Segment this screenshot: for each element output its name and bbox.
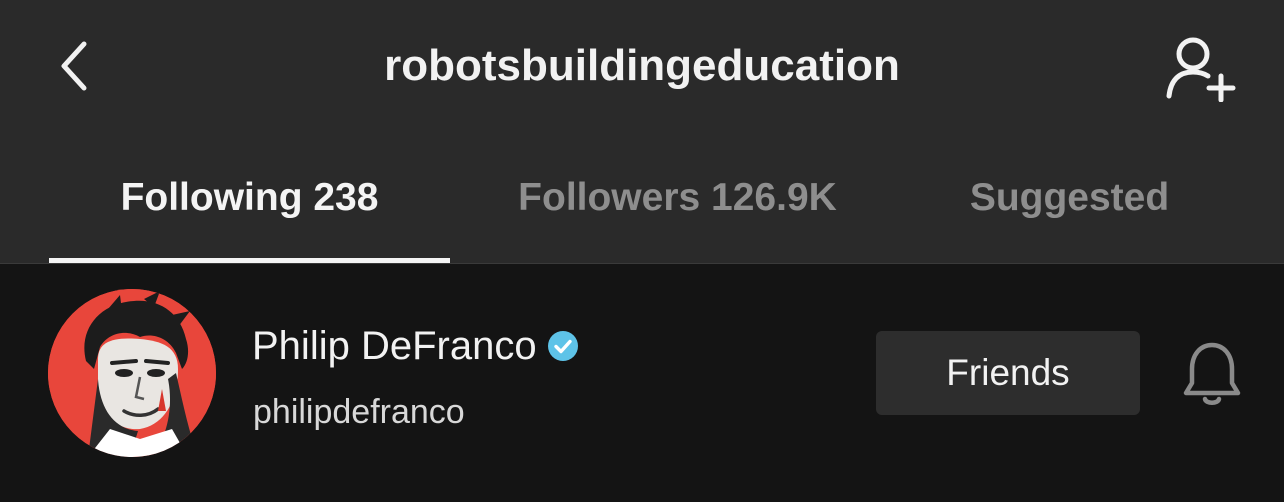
back-button[interactable] xyxy=(44,30,104,102)
bell-icon xyxy=(1183,342,1241,405)
tab-followers[interactable]: Followers 126.9K xyxy=(477,160,878,264)
friends-button[interactable]: Friends xyxy=(876,331,1140,415)
tab-following-label: Following 238 xyxy=(120,176,379,219)
username: philipdefranco xyxy=(253,393,465,431)
tab-following[interactable]: Following 238 xyxy=(49,160,450,264)
tab-suggested[interactable]: Suggested xyxy=(869,160,1270,264)
add-user-button[interactable] xyxy=(1156,28,1246,108)
list-item[interactable]: Philip DeFranco philipdefranco Friends xyxy=(0,264,1284,502)
tab-suggested-label: Suggested xyxy=(969,176,1170,219)
chevron-left-icon xyxy=(61,41,87,91)
avatar[interactable] xyxy=(48,289,216,457)
profile-avatar xyxy=(48,289,216,457)
display-name: Philip DeFranco xyxy=(252,324,537,368)
tab-bar: Following 238 Followers 126.9K Suggested xyxy=(0,160,1284,264)
verified-badge-icon xyxy=(547,331,578,361)
tab-followers-label: Followers 126.9K xyxy=(518,176,837,219)
page-title: robotsbuildingeducation xyxy=(384,41,900,90)
top-bar: robotsbuildingeducation Following 238 Fo… xyxy=(0,0,1284,264)
notification-bell-button[interactable] xyxy=(1172,334,1252,414)
add-user-icon xyxy=(1166,37,1236,102)
name-line: Philip DeFranco xyxy=(252,320,579,372)
